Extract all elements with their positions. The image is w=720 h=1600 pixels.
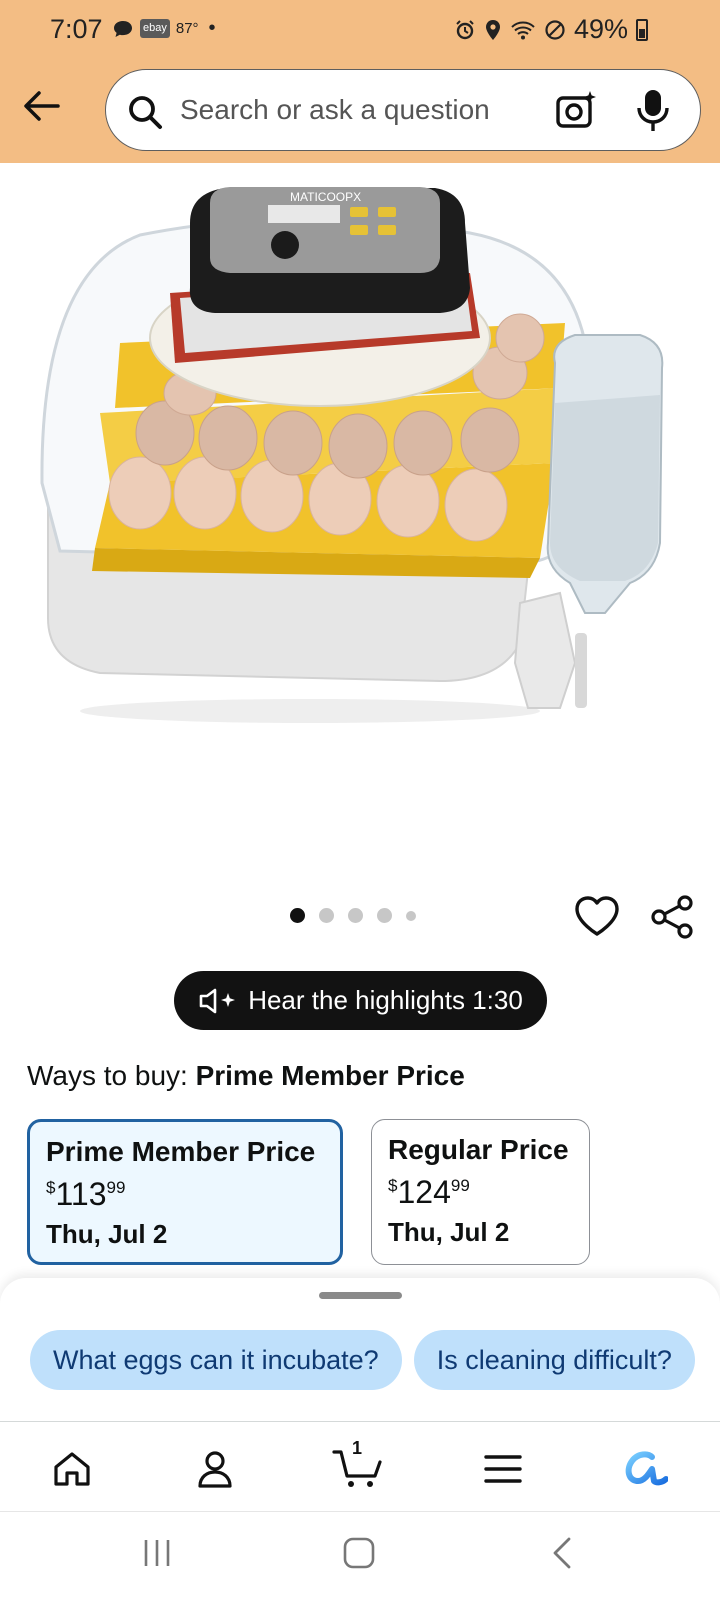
battery-icon (636, 18, 648, 41)
carousel-dot[interactable] (377, 908, 392, 923)
nav-account[interactable] (185, 1444, 245, 1494)
share-icon (651, 895, 693, 939)
battery-percent: 49% (573, 14, 628, 44)
home-icon (54, 1452, 90, 1486)
price-cents: 99 (106, 1178, 126, 1197)
app-header: 7:07 ebay 87° • 49% (0, 0, 720, 163)
nav-cart[interactable]: 1 (328, 1438, 388, 1494)
product-image[interactable]: MATICOOPX (0, 163, 720, 863)
do-not-disturb-icon (545, 19, 565, 40)
search-bar[interactable] (105, 69, 701, 151)
system-navigation-bar (0, 1512, 720, 1600)
carousel-dot[interactable] (348, 908, 363, 923)
price-dollars: 124 (397, 1174, 451, 1210)
option-delivery-date: Thu, Jul 2 (388, 1217, 510, 1247)
back-button[interactable] (18, 82, 66, 130)
incubator-illustration: MATICOOPX (40, 187, 664, 723)
status-bar: 7:07 ebay 87° • 49% (0, 0, 720, 60)
rufus-suggestion-sheet: What eggs can it incubate? Is cleaning d… (0, 1278, 720, 1422)
location-icon (485, 19, 500, 40)
nav-menu[interactable] (473, 1444, 533, 1494)
notification-icons: ebay 87° • (112, 17, 216, 40)
camera-search-icon[interactable] (554, 89, 598, 133)
ebay-badge: ebay (140, 19, 170, 38)
nav-rufus[interactable] (615, 1444, 675, 1494)
status-time: 7:07 (50, 14, 103, 44)
price-dollars: 113 (55, 1176, 107, 1212)
wifi-icon (511, 21, 535, 39)
cart-count-badge: 1 (352, 1438, 363, 1458)
image-carousel-dots[interactable] (290, 908, 416, 923)
account-icon (198, 1451, 232, 1488)
nav-home[interactable] (42, 1444, 102, 1494)
question-chip[interactable]: What eggs can it incubate? (30, 1330, 402, 1390)
home-system-icon[interactable] (342, 1536, 376, 1570)
question-chip[interactable]: Is cleaning difficult? (413, 1330, 695, 1390)
highlights-label: Hear the highlights 1:30 (248, 985, 523, 1015)
chat-bubble-icon (114, 20, 132, 37)
price-cents: 99 (450, 1176, 470, 1195)
hear-highlights-button[interactable]: Hear the highlights 1:30 (174, 971, 547, 1030)
carousel-dot[interactable] (319, 908, 334, 923)
suggested-questions: What eggs can it incubate? Is cleaning d… (30, 1330, 695, 1390)
more-notifications-dot-icon: • (208, 17, 216, 39)
carousel-dot[interactable] (290, 908, 305, 923)
prime-price-option[interactable]: Prime Member Price $11399 Thu, Jul 2 (27, 1119, 343, 1265)
ways-to-buy: Ways to buy: Prime Member Price (27, 1060, 465, 1092)
recent-apps-icon[interactable] (140, 1536, 174, 1570)
option-price: $12499 (388, 1174, 573, 1211)
search-icon (129, 96, 162, 129)
rufus-icon (625, 1451, 668, 1486)
wishlist-button[interactable] (574, 895, 620, 942)
weather-temp: 87° (175, 20, 199, 37)
heart-icon (575, 896, 619, 936)
option-title: Prime Member Price (46, 1136, 316, 1167)
carousel-dot[interactable] (406, 910, 416, 921)
ways-to-buy-prefix: Ways to buy: (27, 1060, 188, 1091)
brand-label: MATICOOPX (290, 190, 361, 204)
microphone-icon[interactable] (636, 88, 670, 134)
option-price: $11399 (46, 1176, 324, 1213)
alarm-icon (456, 19, 474, 39)
search-input[interactable] (180, 90, 540, 130)
regular-price-option[interactable]: Regular Price $12499 Thu, Jul 2 (371, 1119, 590, 1265)
arrow-left-icon (24, 91, 60, 121)
menu-icon (484, 1455, 522, 1483)
option-delivery-date: Thu, Jul 2 (46, 1219, 168, 1249)
option-title: Regular Price (388, 1134, 569, 1165)
ways-to-buy-selected: Prime Member Price (195, 1060, 465, 1091)
share-button[interactable] (650, 895, 694, 944)
system-status-icons: 49% (454, 14, 648, 45)
back-system-icon[interactable] (550, 1536, 574, 1570)
sheet-drag-handle[interactable] (319, 1292, 402, 1299)
bottom-navigation: 1 (0, 1422, 720, 1512)
audio-sparkle-icon (199, 988, 236, 1013)
